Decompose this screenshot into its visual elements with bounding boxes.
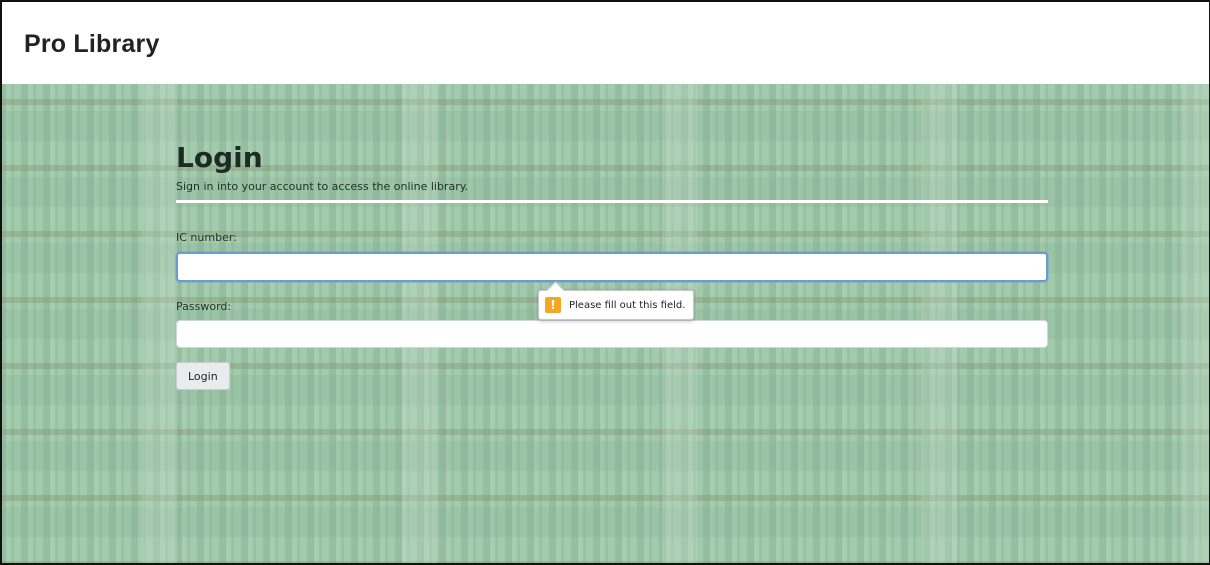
password-label: Password: bbox=[176, 300, 232, 313]
browser-viewport: Pro Library Login Sign in into your acco… bbox=[0, 0, 1210, 565]
divider bbox=[176, 200, 1048, 203]
navbar: Pro Library bbox=[2, 2, 1209, 84]
password-input[interactable] bbox=[176, 320, 1048, 348]
validation-message: Please fill out this field. bbox=[569, 299, 686, 311]
brand-logo-text[interactable]: Pro Library bbox=[24, 30, 160, 59]
page-title: Login bbox=[176, 141, 263, 174]
ic-number-input[interactable] bbox=[176, 252, 1048, 282]
page-subtitle: Sign in into your account to access the … bbox=[176, 180, 469, 193]
hero-background: Login Sign in into your account to acces… bbox=[2, 84, 1209, 563]
login-form: Login Sign in into your account to acces… bbox=[176, 141, 1048, 390]
validation-tooltip: ! Please fill out this field. bbox=[538, 290, 695, 320]
ic-number-label: IC number: bbox=[176, 231, 237, 244]
login-button[interactable]: Login bbox=[176, 362, 230, 390]
warning-icon: ! bbox=[545, 297, 561, 313]
